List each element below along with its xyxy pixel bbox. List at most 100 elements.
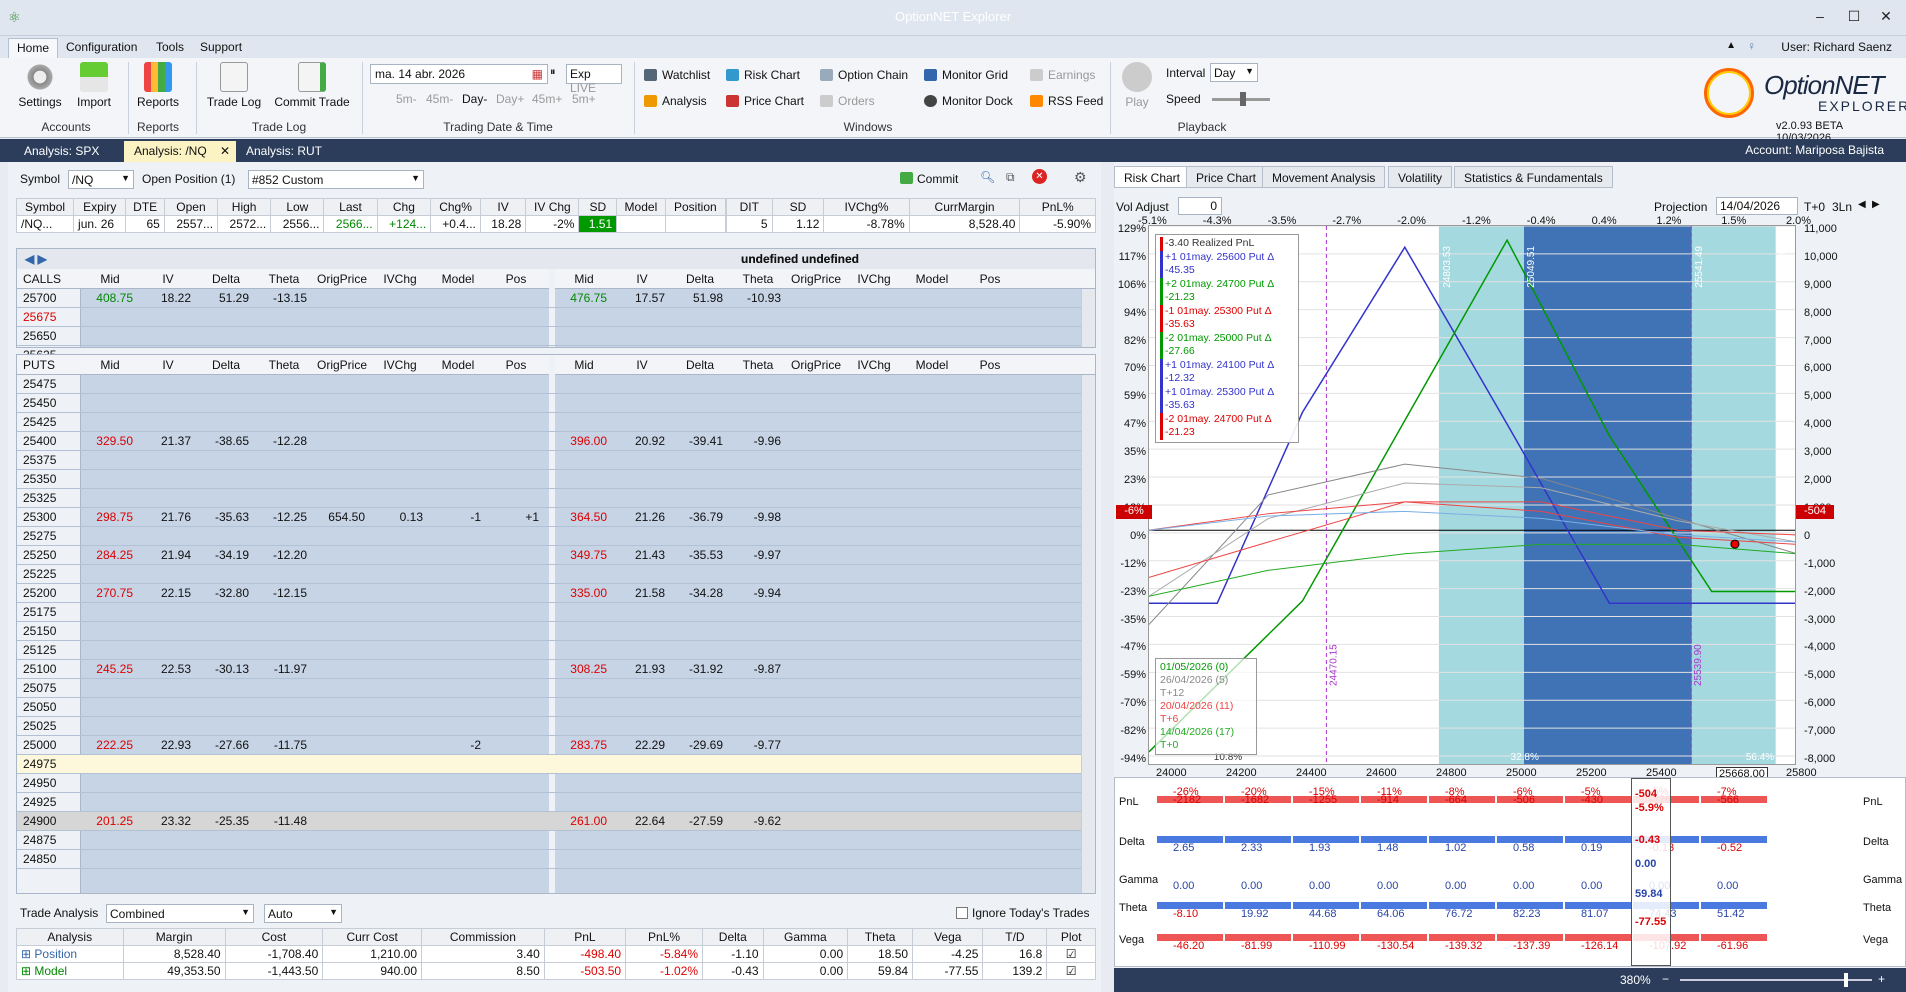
chain-row[interactable]: 25400 329.50 21.37 -38.65 -12.28 396.00 20.92 -… xyxy=(17,432,1095,451)
tab-statistics[interactable]: Statistics & Fundamentals xyxy=(1454,166,1613,188)
monitor-grid-button[interactable]: Monitor Grid xyxy=(924,68,1008,82)
step-5m-forward-button[interactable]: 5m+ xyxy=(572,92,596,106)
delete-icon[interactable]: ✕ xyxy=(1032,169,1047,184)
date-picker[interactable]: ma. 14 abr. 2026 ▦ xyxy=(370,64,548,84)
chain-row[interactable]: 25200 270.75 22.15 -32.80 -12.15 335.00 21.58 -… xyxy=(17,584,1095,603)
tab-volatility[interactable]: Volatility xyxy=(1388,166,1453,188)
chain-row[interactable]: 24925 xyxy=(17,793,1095,812)
trade-analysis-row[interactable]: ⊞ Position 8,528.40 -1,708.40 1,210.00 3.40-… xyxy=(16,945,1096,963)
zoom-in-icon[interactable]: + xyxy=(1878,972,1885,986)
plot-checkbox[interactable]: ☑ xyxy=(1046,962,1096,980)
help-icon[interactable]: ♀ xyxy=(1747,39,1756,53)
rss-feed-button[interactable]: RSS Feed xyxy=(1030,94,1103,108)
tab-price-chart[interactable]: Price Chart xyxy=(1186,166,1267,188)
projection-date-input[interactable]: 14/04/2026 xyxy=(1716,197,1798,215)
symbol-select[interactable]: /NQ ▼ xyxy=(68,170,134,189)
ignore-today-checkbox[interactable]: Ignore Today's Trades xyxy=(956,906,1089,920)
trade-analysis-row[interactable]: ⊞ Model 49,353.50 -1,443.50 940.00 8.50 -503.… xyxy=(16,962,1096,980)
minimize-icon[interactable]: – xyxy=(1808,8,1832,24)
earnings-button[interactable]: Earnings xyxy=(1030,68,1095,82)
auto-select[interactable]: Auto ▼ xyxy=(264,904,342,923)
option-chain-button[interactable]: Option Chain xyxy=(820,68,908,82)
vol-adjust-spinner[interactable]: 0 xyxy=(1178,197,1222,215)
chain-row[interactable]: 25000 222.25 22.93 -27.66 -11.75 -2 283.75 22.2… xyxy=(17,736,1095,755)
tab-analysis-nq[interactable]: Analysis: /NQ ✕ xyxy=(124,141,236,162)
chain-row[interactable]: 25075 xyxy=(17,679,1095,698)
position-select[interactable]: #852 Custom ▼ xyxy=(248,170,424,189)
tab-movement-analysis[interactable]: Movement Analysis xyxy=(1262,166,1386,188)
tab-risk-chart[interactable]: Risk Chart xyxy=(1114,166,1191,188)
chain-row[interactable]: 25350 xyxy=(17,470,1095,489)
price-chart-button[interactable]: Price Chart xyxy=(726,94,804,108)
maximize-icon[interactable]: ☐ xyxy=(1842,8,1866,25)
step-day-forward-button[interactable]: Day+ xyxy=(496,92,524,106)
chain-scrollbar[interactable] xyxy=(1081,375,1095,893)
lines-label[interactable]: 3Ln xyxy=(1832,200,1852,214)
import-button[interactable]: Import xyxy=(66,62,122,109)
prev-arrow-icon[interactable]: ◀ xyxy=(1858,199,1866,210)
ta-cell-0[interactable]: ⊞ Position xyxy=(16,945,124,963)
orders-button[interactable]: Orders xyxy=(820,94,875,108)
play-button[interactable]: Play xyxy=(1116,62,1158,109)
watchlist-button[interactable]: Watchlist xyxy=(644,68,710,82)
chain-row[interactable]: 25675 xyxy=(17,308,1095,327)
prev-expiration-icon[interactable]: ◀ ▶ xyxy=(25,252,47,266)
chain-row[interactable]: 25700 408.75 18.22 51.29 -13.15 476.75 17.57 51… xyxy=(17,289,1095,308)
chain-row[interactable]: 25325 xyxy=(17,489,1095,508)
analysis-button[interactable]: Analysis xyxy=(644,94,707,108)
exp-live-toggle[interactable]: Exp LIVE xyxy=(566,64,622,95)
step-day-back-button[interactable]: Day- xyxy=(462,92,487,106)
chain-row[interactable]: 25425 xyxy=(17,413,1095,432)
risk-chart-plot[interactable]: 24470.15 24803.53 25049.51 25541.49 25787.47… xyxy=(1148,225,1796,765)
zoom-out-icon[interactable]: − xyxy=(1662,972,1669,986)
reports-button[interactable]: Reports xyxy=(130,62,186,109)
chain-row[interactable]: 25150 xyxy=(17,622,1095,641)
chain-row[interactable]: 24950 xyxy=(17,774,1095,793)
settings-button[interactable]: Settings xyxy=(12,62,68,109)
settings-icon[interactable]: ⚙ xyxy=(1074,169,1087,186)
menu-configuration[interactable]: Configuration xyxy=(58,38,145,58)
calendar-icon[interactable]: ▦ xyxy=(532,67,543,81)
chain-row[interactable]: 25050 xyxy=(17,698,1095,717)
close-tab-icon[interactable]: ✕ xyxy=(220,144,230,158)
step-45m-forward-button[interactable]: 45m+ xyxy=(532,92,562,106)
chain-row[interactable]: 25025 xyxy=(17,717,1095,736)
step-45m-back-button[interactable]: 45m- xyxy=(426,92,453,106)
monitor-dock-button[interactable]: Monitor Dock xyxy=(924,94,1013,108)
speed-slider-handle[interactable] xyxy=(1240,92,1246,106)
commit-button[interactable]: Commit xyxy=(900,172,958,186)
chain-row[interactable]: 25175 xyxy=(17,603,1095,622)
chain-row[interactable]: 24875 xyxy=(17,831,1095,850)
copy-icon[interactable]: ⧉ xyxy=(1006,170,1015,185)
chain-row[interactable]: 25650 xyxy=(17,327,1095,346)
ta-cell-0[interactable]: ⊞ Model xyxy=(16,962,124,980)
chain-row[interactable]: 25225 xyxy=(17,565,1095,584)
menu-support[interactable]: Support xyxy=(192,38,250,58)
next-arrow-icon[interactable]: ▶ xyxy=(1872,199,1880,210)
interval-select[interactable]: Day ▼ xyxy=(1210,63,1258,82)
zoom-slider-handle[interactable] xyxy=(1844,973,1848,987)
chain-row[interactable]: 25250 284.25 21.94 -34.19 -12.20 349.75 21.43 -… xyxy=(17,546,1095,565)
chain-row[interactable]: 25450 xyxy=(17,394,1095,413)
close-icon[interactable]: ✕ xyxy=(1874,8,1898,25)
chain-row[interactable]: 25125 xyxy=(17,641,1095,660)
pause-icon[interactable]: ⏸ xyxy=(550,66,556,79)
risk-chart-button[interactable]: Risk Chart xyxy=(726,68,800,82)
analysis-mode-select[interactable]: Combined ▼ xyxy=(106,904,254,923)
commit-trade-button[interactable]: Commit Trade xyxy=(270,62,354,109)
trade-log-button[interactable]: Trade Log xyxy=(204,62,264,109)
chain-scrollbar[interactable] xyxy=(1081,289,1095,347)
chain-row[interactable]: 24850 xyxy=(17,850,1095,869)
chain-row[interactable]: 24975 xyxy=(17,755,1095,774)
chain-row[interactable]: 25475 xyxy=(17,375,1095,394)
menu-home[interactable]: Home xyxy=(8,38,59,58)
chain-row[interactable]: 25275 xyxy=(17,527,1095,546)
collapse-ribbon-icon[interactable]: ▲ xyxy=(1726,40,1736,51)
plot-checkbox[interactable]: ☑ xyxy=(1046,945,1096,963)
t-plus-label[interactable]: T+0 xyxy=(1804,200,1825,214)
chain-row[interactable]: 25375 xyxy=(17,451,1095,470)
menu-tools[interactable]: Tools xyxy=(148,38,192,58)
chain-row[interactable]: 25300 298.75 21.76 -35.63 -12.25 654.50 0.13 -1… xyxy=(17,508,1095,527)
chain-row[interactable]: 24900 201.25 23.32 -25.35 -11.48 261.00 22.64 -… xyxy=(17,812,1095,831)
tab-analysis-spx[interactable]: Analysis: SPX xyxy=(14,141,109,162)
